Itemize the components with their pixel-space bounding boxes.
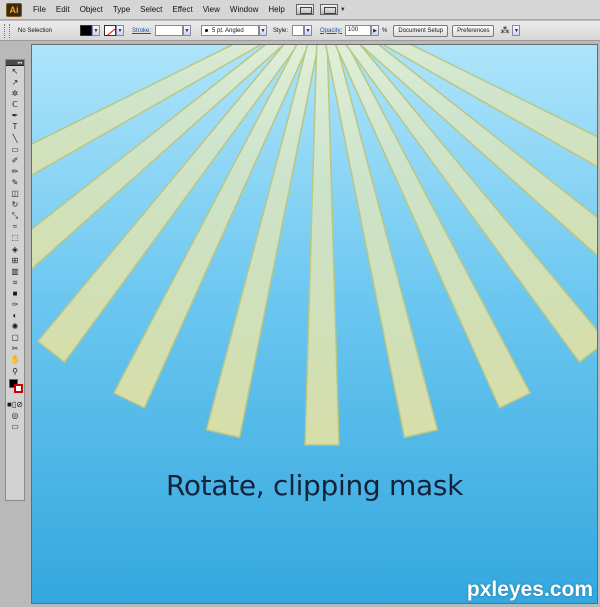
pencil-tool-icon[interactable]: ✏ (6, 166, 24, 177)
stroke-color-swatch[interactable] (104, 25, 116, 36)
mesh-tool-icon[interactable]: ⌗ (6, 277, 24, 288)
brush-definition-field[interactable]: 5 pt. Angled (201, 25, 260, 36)
panel-grip-icon[interactable] (4, 23, 10, 38)
shape-builder-tool-icon[interactable]: ◈ (6, 244, 24, 255)
fill-dropdown-arrow-icon[interactable]: ▼ (92, 25, 100, 36)
artboard-canvas[interactable]: Rotate, clipping mask pxleyes.com (31, 44, 598, 604)
line-segment-tool-icon[interactable]: ╲ (6, 133, 24, 144)
slice-tool-icon[interactable]: ✂ (6, 343, 24, 354)
eyedropper-tool-icon[interactable]: ✑ (6, 299, 24, 310)
select-similar-icon[interactable]: ⁂ (500, 25, 512, 36)
free-transform-tool-icon[interactable]: ⬚ (6, 232, 24, 243)
style-dropdown-arrow-icon[interactable]: ▼ (304, 25, 313, 36)
preferences-button[interactable]: Preferences (452, 24, 495, 37)
graphic-style-swatch[interactable] (292, 25, 305, 36)
illustrator-logo: Ai (6, 2, 22, 17)
opacity-percent: % (382, 27, 388, 34)
selection-status: No Selection (18, 27, 53, 34)
screen-mode-icon[interactable]: ▭ (6, 421, 24, 432)
gradient-tool-icon[interactable]: ■ (6, 288, 24, 299)
tool-list: ↖ ↗ ✲ ᑕ ✒ T ╲ ▭ ✐ ✏ ✎ ◫ ↻ ⤡ ≈ ⬚ ◈ ⊞ ▥ ⌗ ■ ✑ ◐ ✺ ▢ ✂ ✋ ⚲ (6, 66, 24, 377)
rectangle-tool-icon[interactable]: ▭ (6, 144, 24, 155)
paintbrush-tool-icon[interactable]: ✐ (6, 155, 24, 166)
lasso-tool-icon[interactable]: ᑕ (6, 99, 24, 110)
brush-dot-icon (205, 29, 209, 32)
hand-tool-icon[interactable]: ✋ (6, 354, 24, 365)
caption-text: Rotate, clipping mask (165, 469, 464, 502)
stroke-label[interactable]: Stroke: (132, 28, 151, 34)
scale-tool-icon[interactable]: ⤡ (6, 210, 24, 221)
pen-tool-icon[interactable]: ✒ (6, 110, 24, 121)
watermark-text: pxleyes.com (466, 578, 593, 601)
perspective-grid-tool-icon[interactable]: ⊞ (6, 255, 24, 266)
illustrator-window: Ai File Edit Object Type Select Effect V… (0, 0, 600, 607)
control-panel-menu-icon[interactable]: ▼ (512, 25, 521, 36)
blob-brush-tool-icon[interactable]: ✎ (6, 177, 24, 188)
menu-type[interactable]: Type (108, 0, 135, 20)
fill-stroke-controls (6, 377, 24, 399)
menu-object[interactable]: Object (75, 0, 108, 20)
magic-wand-tool-icon[interactable]: ✲ (6, 88, 24, 99)
document-setup-button[interactable]: Document Setup (393, 24, 449, 37)
opacity-dropdown-arrow-icon[interactable]: ▶ (371, 25, 380, 36)
tools-panel: ◂◂ ↖ ↗ ✲ ᑕ ✒ T ╲ ▭ ✐ ✏ ✎ ◫ ↻ ⤡ ≈ ⬚ ◈ ⊞ ▥ ⌗ ■ ✑ ◐ ✺ ▢ ✂ ✋ ⚲ ■▯⊘ ◎ ▭ (5, 59, 25, 501)
stroke-swatch-icon[interactable] (14, 383, 23, 393)
menu-bar: Ai File Edit Object Type Select Effect V… (0, 0, 600, 20)
arrange-documents-icon[interactable] (319, 4, 338, 15)
menu-effect[interactable]: Effect (167, 0, 197, 20)
selection-tool-icon[interactable]: ↖ (6, 66, 24, 77)
zoom-tool-icon[interactable]: ⚲ (6, 366, 24, 377)
style-label: Style: (273, 27, 289, 34)
brush-dropdown-arrow-icon[interactable]: ▼ (259, 25, 268, 36)
menu-view[interactable]: View (198, 0, 225, 20)
control-bar: No Selection ▼ ▼ Stroke: ▼ 5 pt. Angled … (0, 21, 600, 41)
blend-tool-icon[interactable]: ◐ (6, 310, 24, 321)
stroke-weight-dropdown-icon[interactable]: ▼ (183, 25, 192, 36)
opacity-input[interactable]: 100 (345, 25, 372, 36)
eraser-tool-icon[interactable]: ◫ (6, 188, 24, 199)
warp-tool-icon[interactable]: ≈ (6, 221, 24, 232)
opacity-label[interactable]: Opacity: (320, 28, 342, 34)
bridge-icon[interactable] (295, 4, 314, 15)
brush-label: 5 pt. Angled (212, 27, 244, 34)
stroke-dropdown-arrow-icon[interactable]: ▼ (116, 25, 124, 36)
artboard-tool-icon[interactable]: ▢ (6, 332, 24, 343)
menu-edit[interactable]: Edit (51, 0, 75, 20)
menu-file[interactable]: File (28, 0, 51, 20)
menu-select[interactable]: Select (135, 0, 167, 20)
chevron-down-icon[interactable]: ▼ (340, 7, 346, 13)
column-graph-tool-icon[interactable]: ▥ (6, 266, 24, 277)
drawing-mode-icon[interactable]: ◎ (6, 410, 24, 421)
fill-color-swatch[interactable] (80, 25, 92, 36)
artwork (32, 45, 597, 603)
menu-window[interactable]: Window (225, 0, 263, 20)
stroke-weight-field[interactable] (155, 25, 184, 36)
symbol-sprayer-tool-icon[interactable]: ✺ (6, 321, 24, 332)
color-mode-icons[interactable]: ■▯⊘ (6, 399, 24, 410)
type-tool-icon[interactable]: T (6, 121, 24, 132)
menu-help[interactable]: Help (263, 0, 289, 20)
direct-selection-tool-icon[interactable]: ↗ (6, 77, 24, 88)
rotate-tool-icon[interactable]: ↻ (6, 199, 24, 210)
